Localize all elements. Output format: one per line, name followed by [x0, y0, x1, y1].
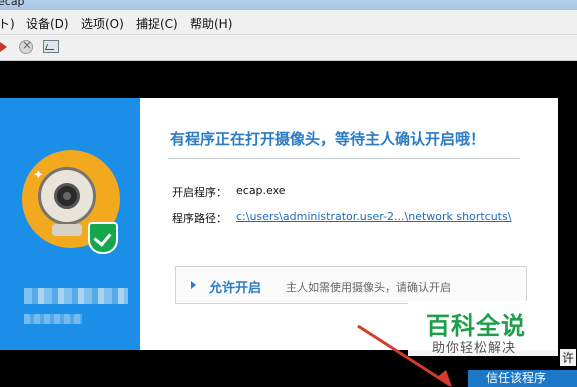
allow-open-button[interactable]: 允许开启 主人如需使用摄像头，请确认开启 — [175, 266, 527, 304]
dialog-headline: 有程序正在打开摄像头，等待主人确认开启哦！ — [170, 130, 486, 148]
lens-icon — [54, 183, 80, 209]
menu-item-device[interactable]: 设备(D) — [26, 15, 69, 32]
menu-item-capture[interactable]: 捕捉(C) — [136, 15, 178, 32]
trust-program-button[interactable]: 信任该程序 — [468, 370, 577, 387]
snapshot-icon[interactable] — [43, 40, 59, 53]
program-path-link[interactable]: c:\users\administrator.user-2...\network… — [236, 210, 511, 223]
watermark-title: 百科全说 — [426, 312, 526, 340]
blurred-username — [24, 288, 128, 304]
menu-item-help[interactable]: 帮助(H) — [190, 15, 232, 32]
divider — [168, 158, 520, 159]
allow-open-label: 允许开启 — [209, 281, 262, 296]
menu-bar: ト) 设备(D) 选项(O) 捕捉(C) 帮助(H) — [0, 10, 577, 35]
open-program-value: ecap.exe — [236, 184, 286, 197]
watermark: 百科全说 助你轻松解决 — [408, 301, 558, 356]
allow-open-hint: 主人如需使用摄像头，请确认开启 — [286, 281, 451, 294]
blurred-user-info — [24, 314, 82, 324]
dialog-left-panel: ✦ — [0, 98, 140, 350]
toolbar — [0, 35, 577, 61]
play-icon[interactable] — [0, 42, 7, 52]
menu-item-view[interactable]: ト) — [0, 15, 15, 32]
webcam-base-icon — [52, 224, 82, 236]
window-title: ecap — [0, 0, 25, 8]
watermark-subtitle: 助你轻松解决 — [432, 341, 517, 356]
webcam-icon — [38, 167, 96, 225]
open-program-label: 开启程序： — [172, 186, 227, 199]
menu-item-options[interactable]: 选项(O) — [81, 15, 124, 32]
window-title-bar: ecap — [0, 0, 577, 10]
program-path-label: 程序路径： — [172, 212, 227, 225]
background-strip — [558, 98, 577, 350]
sparkle-icon: ✦ — [33, 168, 44, 183]
stop-icon[interactable] — [19, 38, 33, 54]
shield-check-icon — [88, 222, 118, 254]
menu-fragment-text[interactable]: 许 — [560, 349, 577, 366]
chevron-right-icon — [191, 281, 196, 289]
